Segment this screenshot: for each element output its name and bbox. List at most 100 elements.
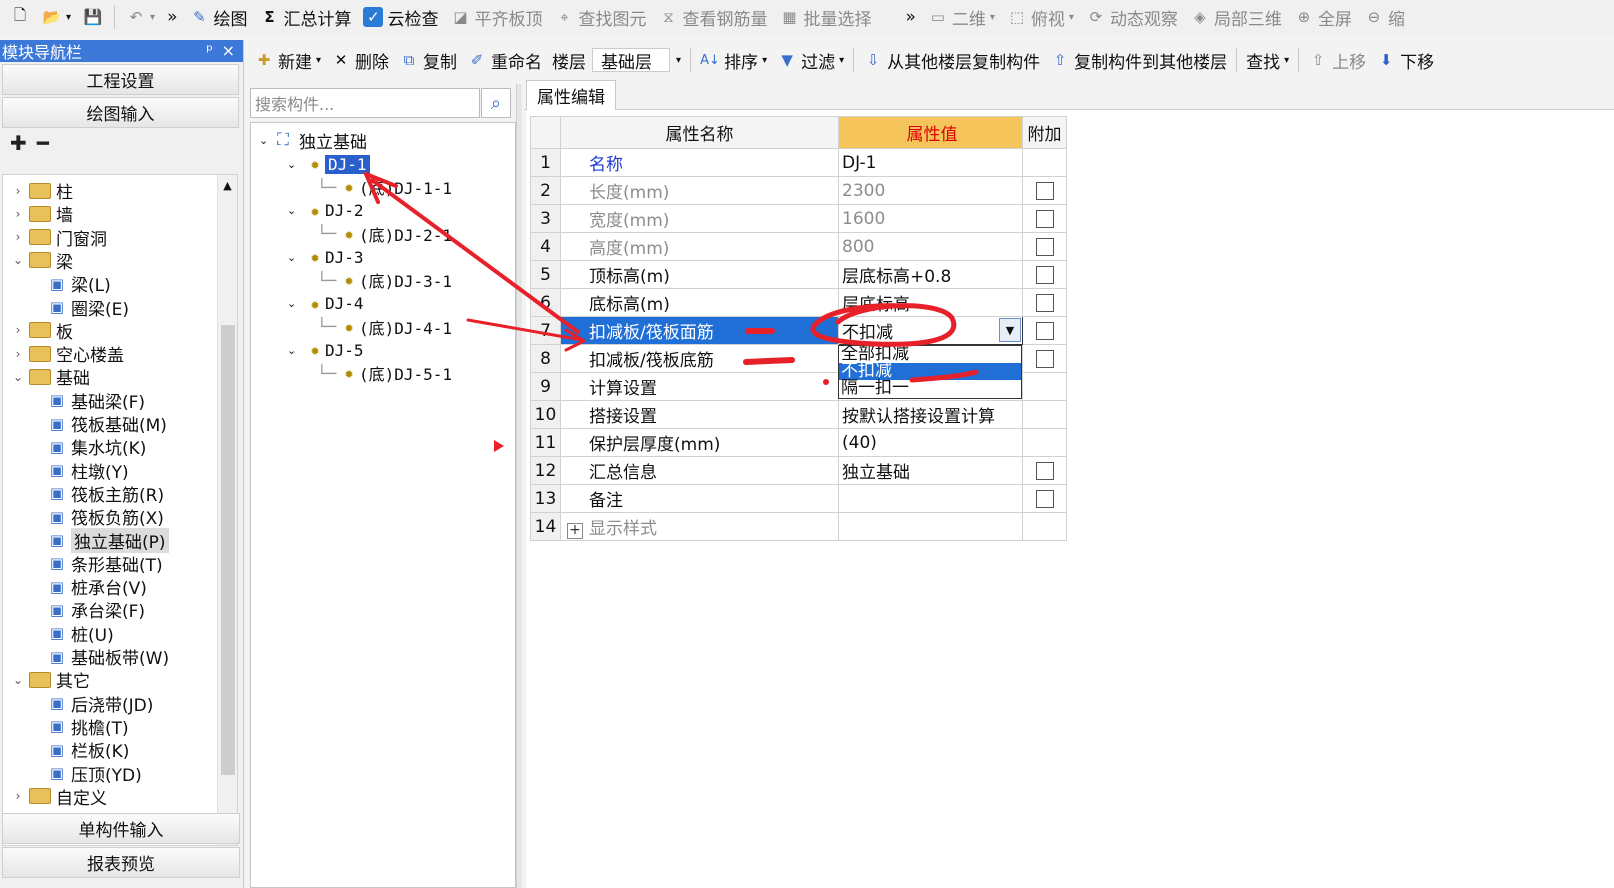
property-value-cell[interactable]: 独立基础 [838, 456, 1023, 485]
property-row[interactable]: 1 名称 DJ-1 [530, 148, 1067, 177]
chevron-down-icon[interactable]: ⌄ [287, 158, 305, 171]
top-view-button[interactable]: ⬚ 俯视 ▾ [1003, 3, 1078, 31]
view-rebar-button[interactable]: ⧖ 查看钢筋量 [654, 3, 771, 31]
property-value-cell[interactable]: (40) [838, 428, 1023, 457]
component-child-node[interactable]: └─ ✹ (底)DJ-1-1 [317, 176, 452, 199]
property-row[interactable]: 4 高度(mm) 800 [530, 232, 1067, 261]
search-input[interactable]: 搜索构件... [250, 88, 480, 118]
nav-item-beam[interactable]: ⌄ 梁 [11, 249, 73, 273]
chevron-down-icon[interactable]: ⌄ [287, 344, 305, 357]
find-button[interactable]: 查找 ▾ [1242, 46, 1293, 74]
property-value-cell[interactable] [838, 484, 1023, 513]
property-row[interactable]: 6 底标高(m) 层底标高 [530, 288, 1067, 317]
chevron-right-icon[interactable]: › [11, 347, 25, 361]
chevron-down-icon[interactable]: ▼ [999, 318, 1021, 342]
align-slab-top-button[interactable]: ◪ 平齐板顶 [446, 3, 546, 31]
undo-button[interactable]: ↶ ▾ [122, 3, 159, 31]
component-node[interactable]: ⌄ ✹ DJ-5 [287, 339, 364, 361]
nav-item-raft-neg-rebar[interactable]: ▣ 筏板负筋(X) [47, 505, 164, 530]
collapse-all-icon[interactable]: ━ [37, 131, 49, 155]
extra-checkbox[interactable] [1035, 321, 1054, 340]
local-3d-button[interactable]: ◈ 局部三维 [1186, 3, 1286, 31]
property-value-select[interactable]: 不扣减 ▼ [838, 316, 1023, 345]
chevron-down-icon[interactable]: ⌄ [287, 297, 305, 310]
property-row[interactable]: 12 汇总信息 独立基础 [530, 456, 1067, 485]
nav-item-ring-beam[interactable]: ▣ 圈梁(E) [47, 296, 129, 320]
filter-button[interactable]: ▼ 过滤 ▾ [773, 46, 848, 74]
chevron-down-icon[interactable]: ⌄ [11, 253, 25, 267]
delete-component-button[interactable]: ✕ 删除 [327, 46, 393, 74]
component-node[interactable]: ⌄ ✹ DJ-2 [287, 200, 364, 222]
layer-value[interactable]: 基础层 [592, 48, 671, 73]
nav-item-post-pour-strip[interactable]: ▣ 后浇带(JD) [47, 692, 153, 716]
view-2d-select[interactable]: ▭ 二维 ▾ [924, 3, 999, 31]
extra-checkbox[interactable] [1035, 237, 1054, 256]
summary-calc-button[interactable]: Σ 汇总计算 [255, 3, 355, 31]
tab-property-edit[interactable]: 属性编辑 [526, 80, 616, 110]
component-child-node[interactable]: └─ ✹ (底)DJ-5-1 [317, 362, 452, 385]
copy-component-button[interactable]: ⧉ 复制 [395, 46, 461, 74]
copy-from-floor-button[interactable]: ⇩ 从其他楼层复制构件 [859, 46, 1044, 74]
component-child-node[interactable]: └─ ✹ (底)DJ-4-1 [317, 316, 452, 338]
nav-scrollbar[interactable]: ▲ ▼ [217, 175, 237, 845]
extra-checkbox[interactable] [1035, 489, 1054, 508]
nav-item-strip-footing[interactable]: ▣ 条形基础(T) [47, 552, 163, 576]
extra-checkbox[interactable] [1035, 181, 1054, 200]
property-row[interactable]: 10 搭接设置 按默认搭接设置计算 [530, 400, 1067, 429]
expand-plus-icon[interactable]: + [567, 523, 583, 539]
nav-item-raft-main-rebar[interactable]: ▣ 筏板主筋(R) [47, 482, 164, 506]
sort-button[interactable]: A↓ 排序 ▾ [696, 46, 771, 74]
property-value-cell[interactable]: 1600 [838, 204, 1023, 233]
component-child-node[interactable]: └─ ✹ (底)DJ-2-1 [317, 223, 452, 245]
nav-item-foundation-strip[interactable]: ▣ 基础板带(W) [47, 645, 169, 670]
property-value-cell[interactable]: 2300 [838, 176, 1023, 205]
property-value-cell[interactable]: 层底标高+0.8 [838, 260, 1023, 289]
panel-splitter[interactable] [516, 84, 522, 888]
nav-item-parapet[interactable]: ▣ 栏板(K) [47, 738, 130, 763]
chevron-down-icon[interactable]: ⌄ [11, 370, 25, 384]
chevron-down-icon[interactable]: ⌄ [287, 251, 305, 264]
nav-item-raft[interactable]: ▣ 筏板基础(M) [47, 412, 167, 437]
dropdown-option[interactable]: 隔一扣一 [839, 380, 1021, 397]
open-file-button[interactable]: 📂 ▾ [38, 3, 75, 31]
scroll-up-icon[interactable]: ▲ [218, 179, 237, 192]
property-row[interactable]: 5 顶标高(m) 层底标高+0.8 [530, 260, 1067, 289]
component-child-node[interactable]: └─ ✹ (底)DJ-3-1 [317, 269, 452, 292]
close-icon[interactable]: × [222, 41, 235, 60]
chevron-right-icon[interactable]: › [11, 184, 25, 198]
save-button[interactable]: 💾 [79, 3, 107, 31]
scroll-thumb[interactable] [221, 325, 235, 775]
find-element-button[interactable]: ⌖ 查找图元 [550, 3, 650, 31]
property-value-cell[interactable]: 按默认搭接设置计算 [838, 400, 1023, 429]
nav-item-pier[interactable]: ▣ 柱墩(Y) [47, 459, 129, 483]
nav-item-beam-l[interactable]: ▣ 梁(L) [47, 272, 111, 297]
component-node[interactable]: ⌄ ✹ DJ-1 [287, 153, 370, 175]
nav-item-foundation[interactable]: ⌄ 基础 [11, 365, 90, 389]
chevron-right-icon[interactable]: › [11, 323, 25, 337]
nav-item-sump[interactable]: ▣ 集水坑(K) [47, 435, 147, 460]
chevron-right-icon[interactable]: › [11, 207, 25, 221]
pin-icon[interactable]: ᵖ [206, 41, 213, 60]
draw-button[interactable]: ✎ 绘图 [185, 3, 251, 31]
nav-item-door-window[interactable]: › 门窗洞 [11, 226, 107, 250]
property-row[interactable]: 13 备注 [530, 484, 1067, 513]
batch-select-button[interactable]: ▦ 批量选择 [775, 3, 875, 31]
nav-item-pile[interactable]: ▣ 桩(U) [47, 622, 114, 646]
nav-item-isolated-footing[interactable]: ▣ 独立基础(P) [47, 527, 169, 553]
layer-select[interactable]: 楼层 基础层 ▾ [548, 48, 685, 73]
nav-item-wall[interactable]: › 墙 [11, 202, 73, 226]
project-settings-button[interactable]: 工程设置 [2, 64, 239, 95]
property-row[interactable]: 11 保护层厚度(mm) (40) [530, 428, 1067, 457]
nav-item-cap-beam[interactable]: ▣ 承台梁(F) [47, 598, 145, 623]
nav-item-other[interactable]: ⌄ 其它 [11, 668, 90, 692]
single-component-input-button[interactable]: 单构件输入 [2, 813, 240, 844]
chevron-right-icon[interactable]: › [11, 789, 25, 803]
nav-item-custom[interactable]: › 自定义 [11, 785, 107, 809]
extra-checkbox[interactable] [1035, 349, 1054, 368]
component-tree-root[interactable]: ⌄ ⛶ 独立基础 [259, 129, 367, 153]
rename-component-button[interactable]: ✐ 重命名 [463, 46, 546, 74]
property-row[interactable]: 14 + 显示样式 [530, 512, 1067, 541]
chevron-down-icon[interactable]: ⌄ [259, 134, 277, 147]
move-down-button[interactable]: ⬇ 下移 [1372, 46, 1438, 74]
search-icon[interactable]: ⌕ [481, 88, 511, 118]
